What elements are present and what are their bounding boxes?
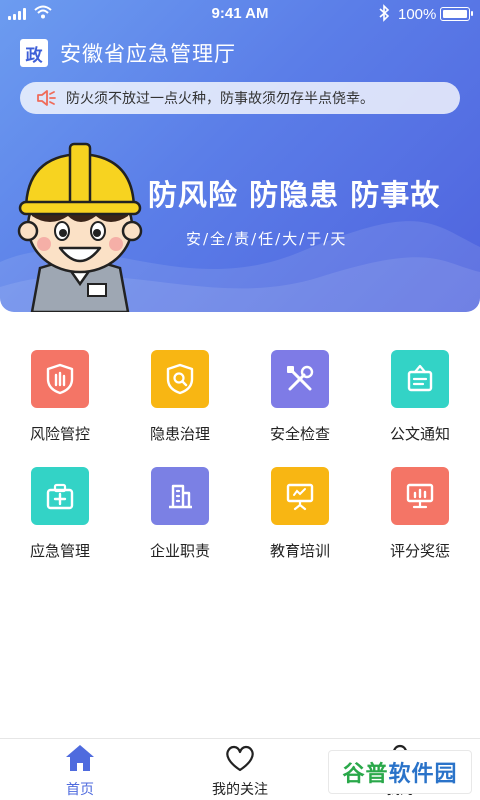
score-board-icon [391,467,449,525]
grid-item-emergency-management[interactable]: 应急管理 [0,467,120,561]
notice-text: 防火须不放过一点火种，防事故须勿存半点侥幸。 [66,91,374,107]
watermark-logo: 谷普 软件园 [328,750,472,794]
grid-label: 评分奖惩 [389,542,450,560]
worker-illustration [17,142,143,312]
heart-icon [226,745,254,772]
grid-label: 应急管理 [29,542,90,560]
app-title: 安徽省应急管理厅 [60,42,236,66]
grid-label: 安全检查 [269,425,330,443]
grid-item-document-notice[interactable]: 公文通知 [360,350,480,444]
speaker-icon [37,90,56,106]
grid-label: 企业职责 [149,542,210,560]
banner-sub-slogan: 安/全/责/任/大/于/天 [186,230,348,248]
grid-label: 公文通知 [389,425,450,443]
battery-icon [440,7,473,21]
grid-label: 隐患治理 [149,425,210,443]
watermark-part2: 软件园 [388,762,458,787]
header-banner: 9:41 AM 100% 政 安徽省应急管理厅 防火须不放过一点火种，防事故须勿… [0,0,480,312]
tab-label: 我的关注 [212,782,268,798]
bluetooth-icon [379,4,390,22]
presentation-board-icon [271,467,329,525]
grid-item-enterprise-duty[interactable]: 企业职责 [120,467,240,561]
grid-label: 教育培训 [269,542,330,560]
building-icon [151,467,209,525]
home-icon [66,745,94,771]
grid-item-hazard-governance[interactable]: 隐患治理 [120,350,240,444]
tools-icon [271,350,329,408]
tab-home[interactable]: 首页 [0,743,160,799]
battery-percent: 100% [398,6,437,23]
tab-label: 首页 [66,782,94,798]
first-aid-kit-icon [31,467,89,525]
shield-bars-icon [31,350,89,408]
grid-item-safety-inspection[interactable]: 安全检查 [240,350,360,444]
grid-item-education-training[interactable]: 教育培训 [240,467,360,561]
grid-item-risk-control[interactable]: 风险管控 [0,350,120,444]
shield-search-icon [151,350,209,408]
notice-board-icon [391,350,449,408]
watermark-part1: 谷普 [342,762,389,787]
tab-my-follow[interactable]: 我的关注 [160,743,320,799]
app-header: 政 安徽省应急管理厅 [20,38,236,68]
grid-label: 风险管控 [29,425,90,443]
status-bar: 9:41 AM 100% [0,0,480,28]
gov-badge-icon: 政 [20,39,48,67]
grid-item-score-reward[interactable]: 评分奖惩 [360,467,480,561]
notice-bar[interactable]: 防火须不放过一点火种，防事故须勿存半点侥幸。 [20,82,460,114]
banner-slogan: 防风险 防隐患 防事故 [148,178,441,212]
